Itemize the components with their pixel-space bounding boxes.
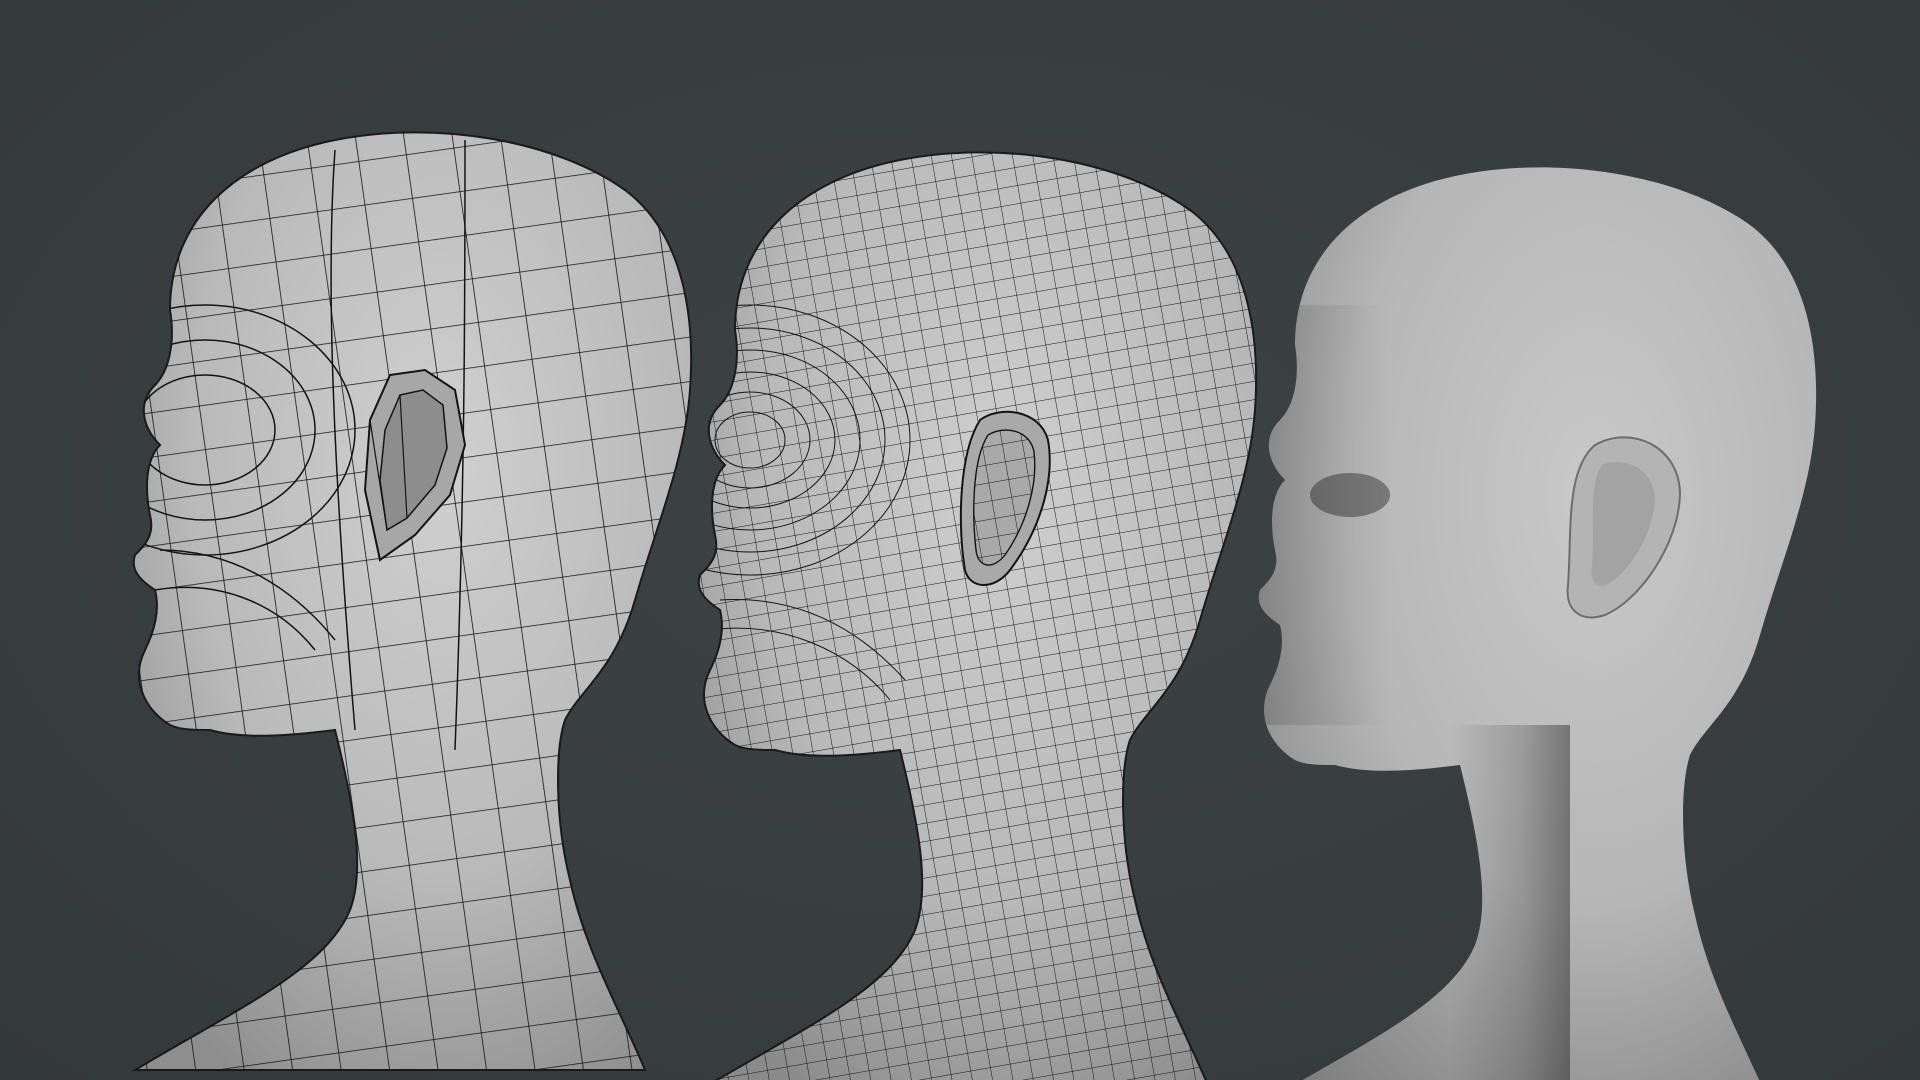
low-poly-head[interactable] [0, 0, 755, 1071]
render-canvas [0, 0, 1817, 1080]
3d-viewport[interactable] [0, 0, 1920, 1080]
smooth-shaded-head[interactable] [1220, 167, 1817, 1080]
mid-poly-head[interactable] [560, 10, 1320, 1080]
